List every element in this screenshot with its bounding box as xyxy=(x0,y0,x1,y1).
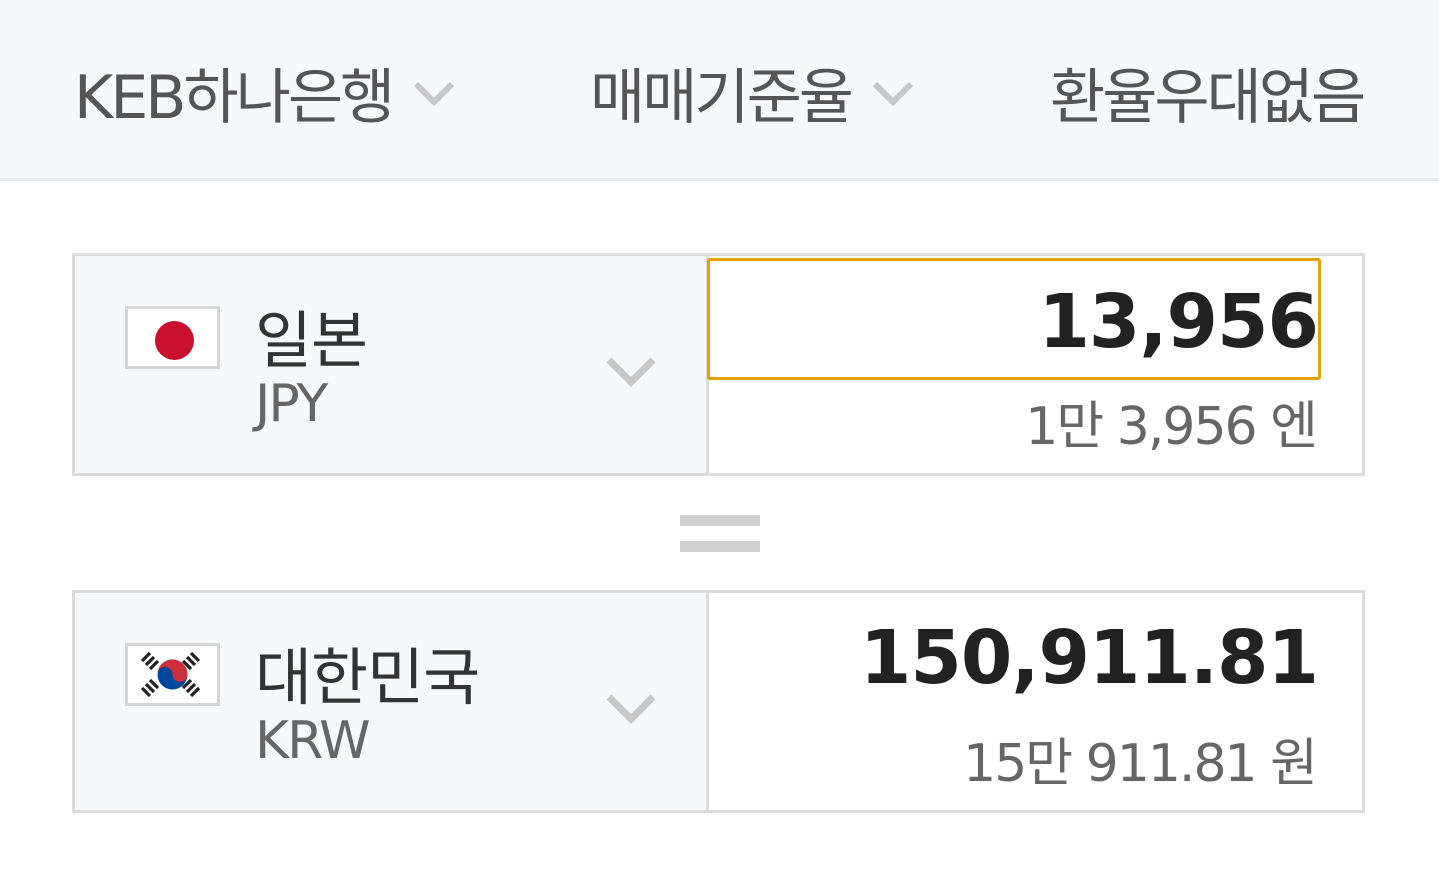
chevron-down-icon xyxy=(414,81,455,107)
equals-icon xyxy=(680,515,760,552)
from-currency-selector[interactable]: 일본 JPY xyxy=(75,256,709,473)
to-amount-value[interactable]: 150,911.81 xyxy=(860,615,1319,701)
to-country-name: 대한민국 xyxy=(255,641,480,714)
to-currency-selector[interactable]: 대한민국 KRW xyxy=(75,593,709,810)
from-amount-korean: 1만 3,956 엔 xyxy=(1025,397,1318,457)
to-currency-code: KRW xyxy=(255,711,371,771)
from-currency-row: 일본 JPY 13,956 1만 3,956 엔 xyxy=(72,253,1365,476)
chevron-down-icon xyxy=(606,357,656,387)
bank-filter-label: KEB하나은행 xyxy=(74,62,395,133)
from-amount-value: 13,956 xyxy=(1038,279,1319,365)
rate-type-filter-label: 매매기준율 xyxy=(590,62,854,133)
rate-type-filter[interactable]: 매매기준율 xyxy=(590,52,915,133)
to-amount-korean: 15만 911.81 원 xyxy=(963,734,1318,794)
korea-flag-icon xyxy=(125,643,220,706)
japan-flag-icon xyxy=(125,306,220,369)
filter-bar: KEB하나은행 매매기준율 환율우대없음 xyxy=(0,0,1439,181)
from-currency-code: JPY xyxy=(255,374,328,434)
discount-filter[interactable]: 환율우대없음 xyxy=(1050,52,1366,133)
discount-filter-label: 환율우대없음 xyxy=(1050,62,1366,133)
to-currency-row: 대한민국 KRW 150,911.81 15만 911.81 원 xyxy=(72,590,1365,813)
chevron-down-icon xyxy=(872,81,914,107)
chevron-down-icon xyxy=(606,694,656,724)
scroll-fade xyxy=(1379,0,1439,178)
bank-filter[interactable]: KEB하나은행 xyxy=(74,52,456,133)
from-country-name: 일본 xyxy=(255,304,368,377)
from-amount-input[interactable]: 13,956 xyxy=(707,258,1321,380)
